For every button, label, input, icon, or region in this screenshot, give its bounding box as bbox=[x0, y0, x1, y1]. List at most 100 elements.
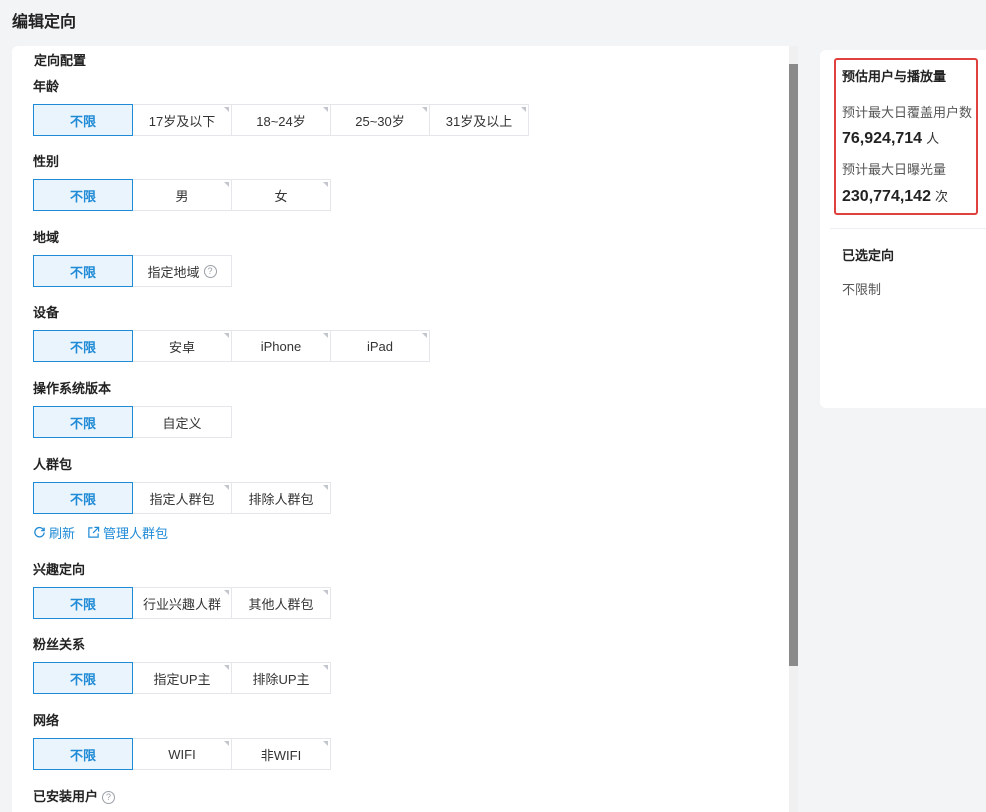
section-title: 定向配置 bbox=[34, 53, 87, 68]
option-label: iPad bbox=[366, 338, 394, 354]
audience-option-unlimited[interactable]: 不限 bbox=[33, 482, 133, 514]
option-label: 男 bbox=[175, 188, 189, 204]
refresh-icon bbox=[34, 526, 45, 538]
interest-option-other[interactable]: 其他人群包 bbox=[231, 587, 331, 619]
option-label: 31岁及以上 bbox=[445, 113, 513, 129]
option-label: iPhone bbox=[260, 338, 302, 354]
exposure-value: 230,774,142 次 bbox=[842, 186, 948, 206]
os-option-unlimited[interactable]: 不限 bbox=[33, 406, 133, 438]
option-label: WIFI bbox=[168, 746, 196, 762]
corner-mark bbox=[323, 485, 328, 490]
coverage-label: 预计最大日覆盖用户数 bbox=[842, 105, 973, 120]
estimate-title: 预估用户与播放量 bbox=[842, 69, 947, 84]
audience-option-exclude[interactable]: 排除人群包 bbox=[231, 482, 331, 514]
option-label: 排除人群包 bbox=[248, 491, 314, 507]
gender-group: 性别 不限 男 女 bbox=[33, 153, 331, 211]
summary-panel: 预估用户与播放量 预计最大日覆盖用户数 76,924,714 人 预计最大日曝光量… bbox=[820, 50, 986, 408]
region-group: 地域 不限 指定地域? bbox=[33, 229, 232, 287]
interest-option-industry[interactable]: 行业兴趣人群 bbox=[132, 587, 232, 619]
estimate-box: 预估用户与播放量 预计最大日覆盖用户数 76,924,714 人 预计最大日曝光量… bbox=[834, 58, 978, 215]
gender-option-female[interactable]: 女 bbox=[231, 179, 331, 211]
corner-mark bbox=[323, 333, 328, 338]
refresh-label: 刷新 bbox=[49, 526, 76, 541]
fans-option-exclude-up[interactable]: 排除UP主 bbox=[231, 662, 331, 694]
page-title: 编辑定向 bbox=[12, 14, 77, 31]
corner-mark bbox=[224, 485, 229, 490]
manage-audience-link[interactable]: 管理人群包 bbox=[87, 523, 168, 542]
os-group: 操作系统版本 不限 自定义 bbox=[33, 380, 232, 438]
installed-label-text: 已安装用户 bbox=[33, 789, 99, 804]
gender-option-unlimited[interactable]: 不限 bbox=[33, 179, 133, 211]
corner-mark bbox=[224, 741, 229, 746]
corner-mark bbox=[422, 333, 427, 338]
help-icon[interactable]: ? bbox=[203, 264, 217, 278]
device-label: 设备 bbox=[33, 305, 60, 320]
age-option-under-17[interactable]: 17岁及以下 bbox=[132, 104, 232, 136]
coverage-value: 76,924,714 人 bbox=[842, 128, 939, 148]
exposure-label: 预计最大日曝光量 bbox=[842, 162, 947, 177]
help-icon[interactable]: ? bbox=[102, 790, 116, 804]
interest-option-unlimited[interactable]: 不限 bbox=[33, 587, 133, 619]
option-label: 指定人群包 bbox=[149, 491, 215, 507]
network-group: 网络 不限 WIFI 非WIFI bbox=[33, 712, 331, 770]
selected-targeting-title: 已选定向 bbox=[842, 248, 895, 263]
fans-option-unlimited[interactable]: 不限 bbox=[33, 662, 133, 694]
audience-option-include[interactable]: 指定人群包 bbox=[132, 482, 232, 514]
option-label: 排除UP主 bbox=[252, 671, 310, 687]
external-link-icon bbox=[88, 526, 100, 538]
corner-mark bbox=[521, 107, 526, 112]
option-label: 女 bbox=[274, 188, 288, 204]
fans-option-include-up[interactable]: 指定UP主 bbox=[132, 662, 232, 694]
option-label: 25~30岁 bbox=[355, 113, 405, 129]
network-option-non-wifi[interactable]: 非WIFI bbox=[231, 738, 331, 770]
gender-label: 性别 bbox=[33, 154, 60, 169]
corner-mark bbox=[224, 107, 229, 112]
device-option-ipad[interactable]: iPad bbox=[330, 330, 430, 362]
selected-targeting-value: 不限制 bbox=[842, 282, 882, 297]
coverage-unit: 人 bbox=[926, 131, 940, 146]
option-label: 17岁及以下 bbox=[148, 113, 216, 129]
option-label: 行业兴趣人群 bbox=[142, 596, 221, 612]
age-option-18-24[interactable]: 18~24岁 bbox=[231, 104, 331, 136]
device-group: 设备 不限 安卓 iPhone iPad bbox=[33, 304, 430, 362]
option-label: 指定地域 bbox=[147, 264, 200, 280]
interest-label: 兴趣定向 bbox=[33, 562, 86, 577]
os-label: 操作系统版本 bbox=[33, 381, 112, 396]
corner-mark bbox=[224, 665, 229, 670]
device-option-android[interactable]: 安卓 bbox=[132, 330, 232, 362]
age-option-25-30[interactable]: 25~30岁 bbox=[330, 104, 430, 136]
os-option-custom[interactable]: 自定义 bbox=[132, 406, 232, 438]
corner-mark bbox=[224, 333, 229, 338]
audience-label: 人群包 bbox=[33, 457, 73, 472]
region-option-specify[interactable]: 指定地域? bbox=[132, 255, 232, 287]
audience-group: 人群包 不限 指定人群包 排除人群包 刷新 管理人群包 bbox=[33, 456, 331, 542]
network-option-wifi[interactable]: WIFI bbox=[132, 738, 232, 770]
corner-mark bbox=[323, 182, 328, 187]
age-option-unlimited[interactable]: 不限 bbox=[33, 104, 133, 136]
scrollbar-thumb[interactable] bbox=[789, 64, 798, 666]
refresh-link[interactable]: 刷新 bbox=[33, 523, 75, 542]
corner-mark bbox=[224, 182, 229, 187]
region-option-unlimited[interactable]: 不限 bbox=[33, 255, 133, 287]
corner-mark bbox=[323, 590, 328, 595]
gender-option-male[interactable]: 男 bbox=[132, 179, 232, 211]
option-label: 安卓 bbox=[168, 339, 195, 355]
installed-group: 已安装用户 ? bbox=[33, 788, 116, 806]
option-label: 其他人群包 bbox=[248, 596, 314, 612]
corner-mark bbox=[224, 590, 229, 595]
network-option-unlimited[interactable]: 不限 bbox=[33, 738, 133, 770]
device-option-iphone[interactable]: iPhone bbox=[231, 330, 331, 362]
option-label: 非WIFI bbox=[260, 747, 302, 763]
manage-audience-label: 管理人群包 bbox=[103, 526, 169, 541]
targeting-config-panel: 定向配置 年龄 不限 17岁及以下 18~24岁 25~30岁 31岁及以上 性… bbox=[12, 46, 798, 812]
region-label: 地域 bbox=[33, 230, 60, 245]
divider bbox=[830, 228, 986, 229]
corner-mark bbox=[323, 741, 328, 746]
age-option-31-plus[interactable]: 31岁及以上 bbox=[429, 104, 529, 136]
device-option-unlimited[interactable]: 不限 bbox=[33, 330, 133, 362]
network-label: 网络 bbox=[33, 713, 60, 728]
age-group: 年龄 不限 17岁及以下 18~24岁 25~30岁 31岁及以上 bbox=[33, 78, 529, 136]
corner-mark bbox=[422, 107, 427, 112]
coverage-number: 76,924,714 bbox=[842, 130, 923, 147]
option-label: 18~24岁 bbox=[256, 113, 306, 129]
